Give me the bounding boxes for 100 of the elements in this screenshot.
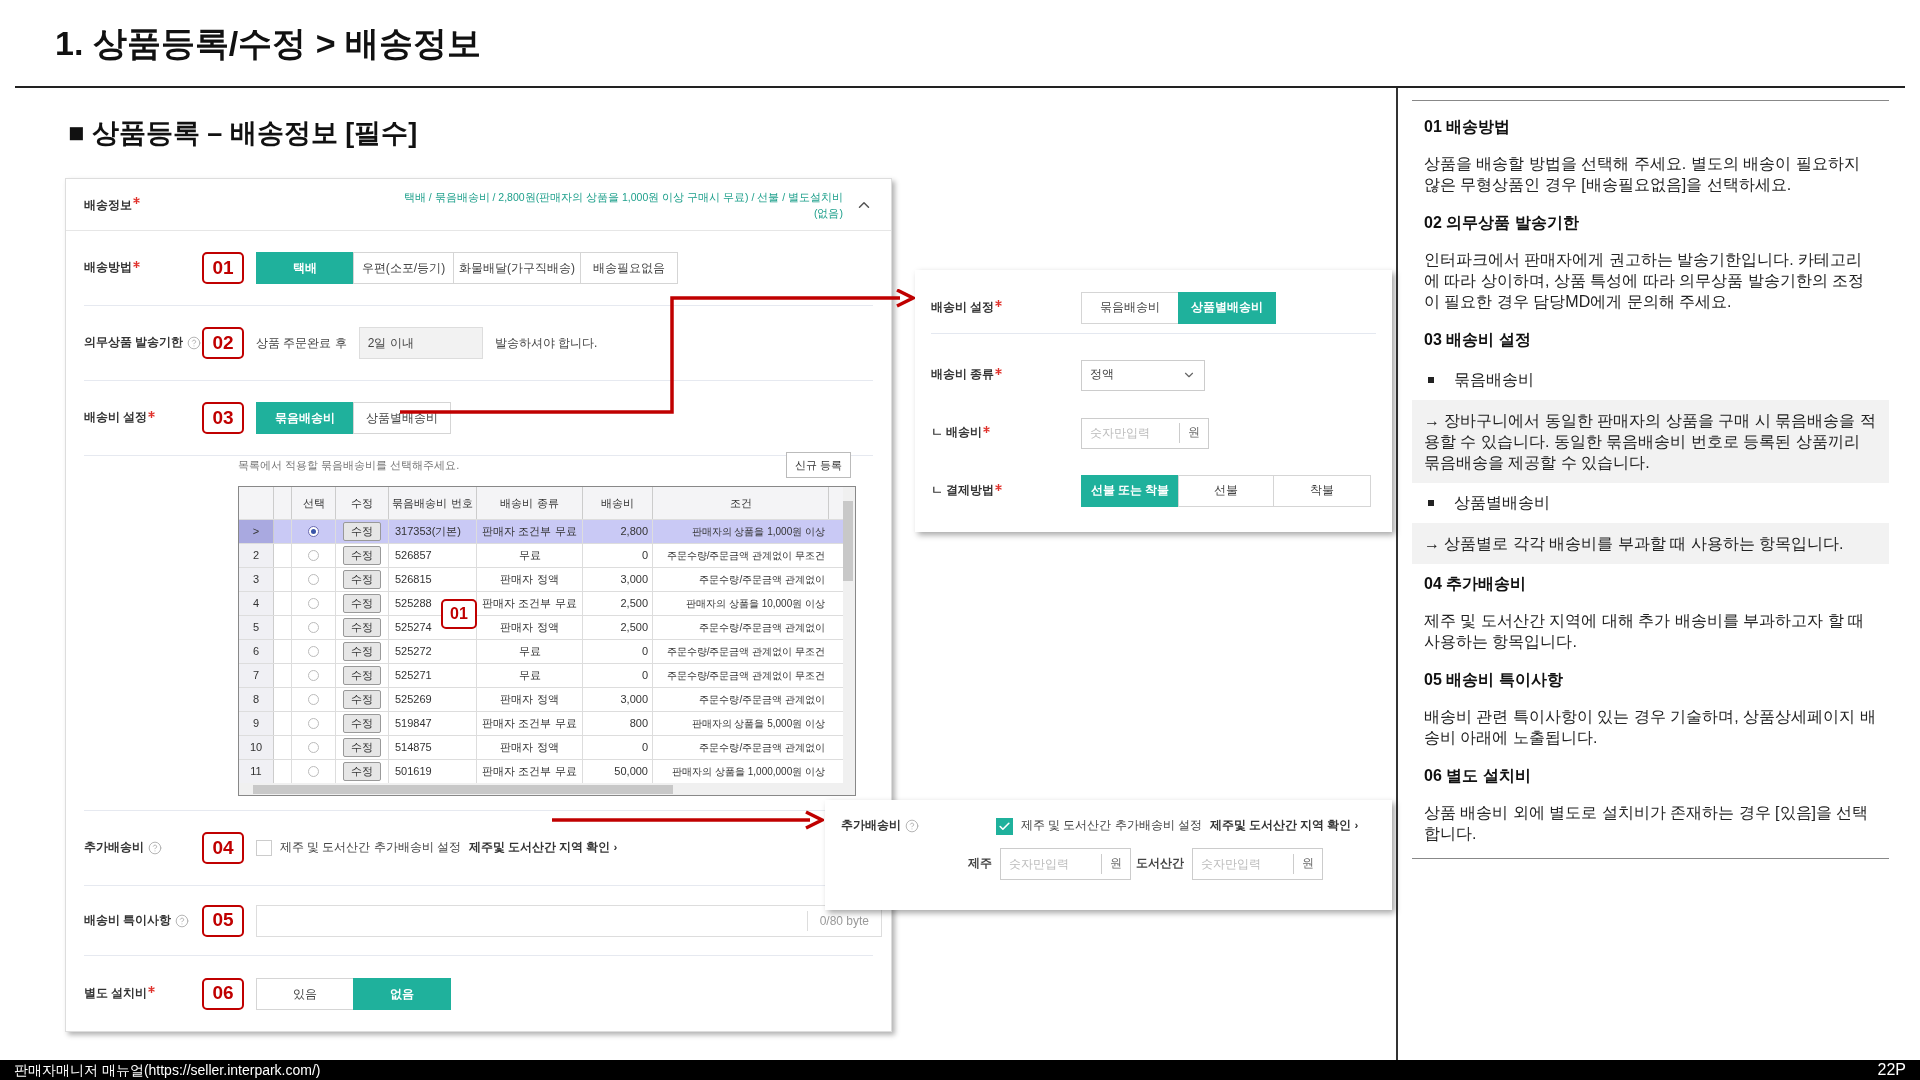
callout-number: 06 <box>202 977 244 1010</box>
checkbox[interactable] <box>256 840 272 856</box>
bullet-icon <box>1428 377 1434 383</box>
table-cell-text: 판매자의 상품을 10,000원 이상 <box>685 597 826 611</box>
checkbox[interactable] <box>996 817 1013 835</box>
radio-button[interactable] <box>308 550 319 561</box>
table-cell-text: 주문수량/주문금액 관계없이 <box>698 621 826 635</box>
card-title: 배송정보 <box>84 196 132 214</box>
summary-text: 택배 / 묶음배송비 / 2,800원(판매자의 상품을 1,000원 이상 구매시 무료) / 선불 / 별도설치비(없음) <box>403 189 843 221</box>
edit-button[interactable]: 수정 <box>343 690 381 709</box>
guide-heading: 01 배송방법 <box>1423 117 1512 137</box>
edit-button[interactable]: 수정 <box>343 666 381 685</box>
callout-number: 02 <box>202 327 244 359</box>
fee-type-select[interactable]: 정액 <box>1081 359 1205 391</box>
guide-note: → 장바구니에서 동일한 판매자의 상품을 구매 시 묶음배송을 적용할 수 있습니다. 동일한 묶음배송비 번호로 등록된 상품끼리 묶음배송을 제공할 수 있습니다. <box>1412 400 1889 483</box>
edit-button[interactable]: 수정 <box>343 594 381 613</box>
radio-button[interactable] <box>308 598 319 609</box>
guide-heading: 06 별도 설치비 <box>1423 766 1532 786</box>
check-icon <box>998 819 1011 833</box>
radio-button[interactable] <box>308 694 319 705</box>
guide-heading: 04 추가배송비 <box>1423 574 1528 594</box>
field-label: 배송비 종류 <box>931 367 995 383</box>
edit-button[interactable]: 수정 <box>343 618 381 637</box>
callout-number: 05 <box>202 904 244 937</box>
option-button[interactable]: 묶음배송비 <box>1081 291 1179 324</box>
guide-text: 인터파크에서 판매자에게 권고하는 발송기한입니다. 카테고리에 따라 상이하며, 상품 특성에 따라 의무상품 발송기한의 조정이 필요한 경우 담당MD에게 문의해 주세요. <box>1423 250 1865 312</box>
field-label: 별도 설치비 <box>84 985 148 1001</box>
callout-number: 01 <box>441 599 477 629</box>
option-button[interactable]: 있음 <box>256 977 354 1010</box>
help-icon[interactable] <box>175 913 190 928</box>
edit-button[interactable]: 수정 <box>343 570 381 589</box>
guide-heading: 02 의무상품 발송기한 <box>1423 213 1580 233</box>
field-label: ㄴ 결제방법 <box>931 483 995 499</box>
edit-button[interactable]: 수정 <box>343 762 381 781</box>
row-header[interactable]: 8 <box>239 688 274 711</box>
edit-button[interactable]: 수정 <box>343 522 381 541</box>
deadline-field[interactable]: 2일 이내 <box>358 327 483 359</box>
row-header[interactable]: 6 <box>239 640 274 663</box>
bullet-text: 상품별배송비 <box>1454 493 1550 513</box>
field-label: 추가배송비 <box>841 818 901 834</box>
table-cell-text: 주문수량/주문금액 관계없이 무조건 <box>665 669 826 683</box>
region-link[interactable]: 제주및 도서산간 지역 확인 › <box>1209 817 1359 835</box>
guide-heading: 03 배송비 설정 <box>1423 330 1532 350</box>
checkbox-label: 제주 및 도서산간 추가배송비 설정 <box>1021 818 1202 834</box>
help-icon[interactable] <box>905 819 919 833</box>
field-label: 배송비 설정 <box>931 299 995 315</box>
field-label: 배송방법 <box>84 260 132 276</box>
suffix-text: 발송하셔야 합니다. <box>494 335 598 352</box>
radio-button[interactable] <box>308 526 319 537</box>
radio-button[interactable] <box>308 670 319 681</box>
row-header[interactable]: 2 <box>239 544 274 567</box>
edit-button[interactable]: 수정 <box>343 642 381 661</box>
edit-button[interactable]: 수정 <box>343 738 381 757</box>
radio-button[interactable] <box>308 742 319 753</box>
scrollbar[interactable] <box>239 783 855 795</box>
callout-number: 04 <box>202 832 244 864</box>
table-cell-text: 주문수량/주문금액 관계없이 무조건 <box>665 549 826 563</box>
help-icon[interactable] <box>148 841 162 855</box>
option-button[interactable]: 선불 <box>1178 475 1274 507</box>
option-button[interactable]: 배송필요없음 <box>580 252 678 284</box>
row-header[interactable]: 7 <box>239 664 274 687</box>
table-cell-text: 판매자의 상품을 1,000원 이상 <box>690 525 826 539</box>
help-icon[interactable] <box>187 336 202 350</box>
option-button[interactable]: 우편(소포/등기) <box>353 252 454 284</box>
callout-number: 01 <box>202 252 244 284</box>
page-number: 22P <box>1877 1060 1906 1080</box>
radio-button[interactable] <box>308 718 319 729</box>
row-header[interactable]: 11 <box>239 760 274 783</box>
option-button[interactable]: 상품별배송비 <box>353 402 451 434</box>
row-header[interactable]: 4 <box>239 592 274 615</box>
radio-button[interactable] <box>308 622 319 633</box>
field-label: 제주 <box>968 856 992 872</box>
field-label: ㄴ 배송비 <box>931 425 983 441</box>
table-cell-text: 판매자의 상품을 1,000,000원 이상 <box>671 765 826 779</box>
option-button[interactable]: 착불 <box>1273 475 1371 507</box>
hint-text: 목록에서 적용할 묶음배송비를 선택해주세요. <box>238 457 460 473</box>
field-label: 도서산간 <box>1136 856 1184 872</box>
radio-button[interactable] <box>308 574 319 585</box>
radio-button[interactable] <box>308 766 319 777</box>
row-header[interactable]: > <box>239 520 274 543</box>
row-header[interactable]: 5 <box>239 616 274 639</box>
row-header[interactable]: 9 <box>239 712 274 735</box>
field-label: 추가배송비 <box>84 840 144 856</box>
edit-button[interactable]: 수정 <box>343 546 381 565</box>
field-label: 배송비 설정 <box>84 410 148 426</box>
row-header[interactable]: 10 <box>239 736 274 759</box>
radio-button[interactable] <box>308 646 319 657</box>
region-link[interactable]: 제주및 도서산간 지역 확인 › <box>468 839 618 857</box>
table-cell-text: 주문수량/주문금액 관계없이 무조건 <box>665 645 826 659</box>
option-button[interactable]: 화물배달(가구직배송) <box>453 252 581 284</box>
bullet-icon <box>1428 500 1434 506</box>
prefix-text: 상품 주문완료 후 <box>256 335 347 352</box>
table-cell-text: 판매자의 상품을 5,000원 이상 <box>690 717 826 731</box>
callout-number: 03 <box>202 402 244 434</box>
register-button[interactable]: 신규 등록 <box>785 452 851 478</box>
row-header[interactable]: 3 <box>239 568 274 591</box>
edit-button[interactable]: 수정 <box>343 714 381 733</box>
guide-text: 제주 및 도서산간 지역에 대해 추가 배송비를 부과하고자 할 때 사용하는 항목입니다. <box>1423 611 1865 652</box>
field-label: 의무상품 발송기한 <box>84 335 184 351</box>
scrollbar[interactable] <box>843 487 855 783</box>
